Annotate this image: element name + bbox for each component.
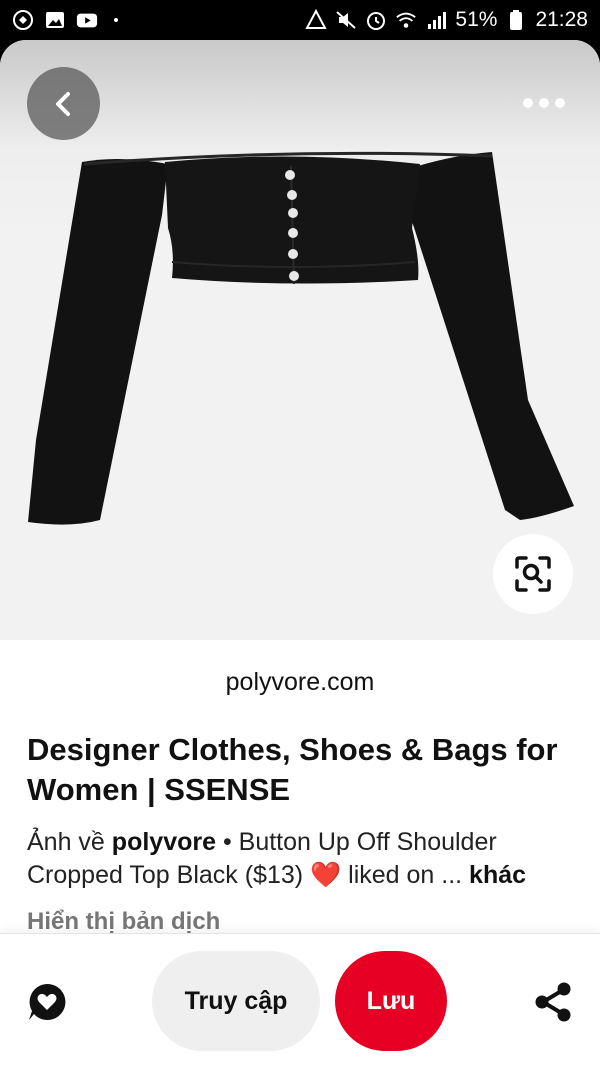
signal-icon: [425, 9, 447, 31]
wifi-icon: [395, 9, 417, 31]
status-right-icons: 51% 21:28: [305, 8, 588, 32]
more-link[interactable]: khác: [469, 861, 526, 889]
heart-emoji: ❤️: [310, 861, 342, 889]
pin-image[interactable]: [0, 40, 600, 640]
battery-percent: 51%: [455, 8, 498, 31]
pin-detail-card: polyvore.com Designer Clothes, Shoes & B…: [0, 40, 600, 1067]
comment-button[interactable]: [26, 981, 68, 1023]
pin-title: Designer Clothes, Shoes & Bags for Women…: [27, 732, 558, 807]
desc-prefix: Ảnh về: [27, 828, 105, 856]
chevron-left-icon: [55, 91, 70, 116]
lens-search-icon: [515, 556, 551, 592]
visit-button[interactable]: Truy cập: [152, 951, 320, 1051]
desc-author-link[interactable]: polyvore: [112, 828, 216, 856]
comment-heart-icon: [29, 983, 66, 1020]
more-options-button[interactable]: [514, 85, 574, 121]
save-button[interactable]: Lưu: [335, 951, 447, 1051]
sync-icon: [12, 9, 34, 31]
back-button[interactable]: [27, 67, 100, 140]
youtube-icon: [76, 9, 98, 31]
gallery-icon: [44, 9, 66, 31]
clock: 21:28: [535, 8, 588, 31]
alarm-icon: [365, 9, 387, 31]
visual-search-button[interactable]: [493, 534, 573, 614]
action-bar: Truy cập Lưu: [0, 933, 600, 1067]
data-saver-icon: [305, 9, 328, 31]
share-button[interactable]: [532, 981, 574, 1023]
status-left-icons: [12, 9, 118, 31]
notification-dot: [114, 18, 118, 22]
status-bar: 51% 21:28: [0, 0, 600, 40]
desc-suffix: liked on ...: [348, 861, 463, 889]
battery-icon: [505, 9, 527, 31]
source-domain-link[interactable]: polyvore.com: [0, 668, 600, 697]
share-icon: [535, 982, 571, 1022]
more-horizontal-icon: [523, 98, 533, 108]
pin-description: Ảnh về polyvore • Button Up Off Shoulder…: [27, 826, 577, 892]
show-translation-link[interactable]: Hiển thị bản dịch: [27, 908, 220, 936]
mute-icon: [335, 9, 357, 31]
